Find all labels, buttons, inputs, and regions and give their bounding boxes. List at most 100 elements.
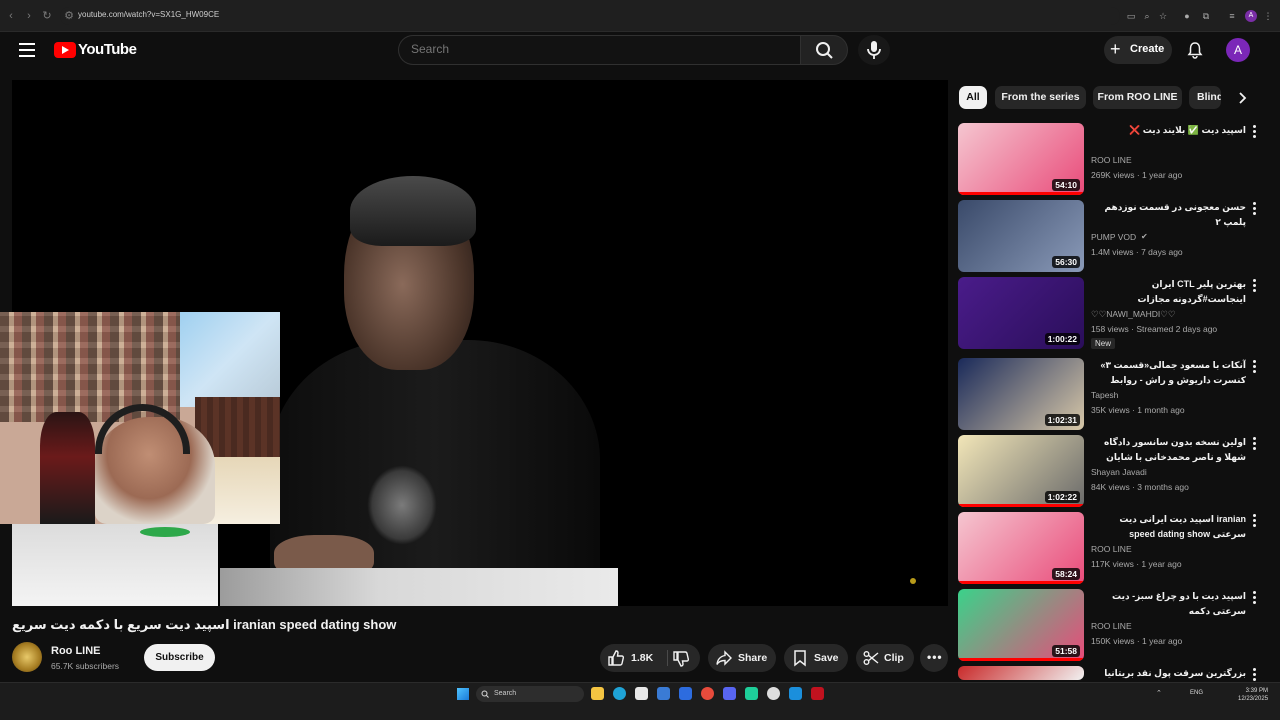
video-channel[interactable]: PUMP VOD xyxy=(1091,232,1136,242)
video-title[interactable]: آنکات با مسعود جمالی«قسمت ۳» کنسرت داریو… xyxy=(1091,358,1246,388)
video-channel[interactable]: ROO LINE xyxy=(1091,544,1132,554)
video-channel[interactable]: ♡♡NAWI_MAHDI♡♡ xyxy=(1091,309,1175,320)
tray-language[interactable]: ENG xyxy=(1190,690,1203,696)
video-thumbnail[interactable] xyxy=(958,666,1084,680)
account-avatar[interactable]: A xyxy=(1226,38,1250,62)
chip-from-roo-line[interactable]: From ROO LINE xyxy=(1093,86,1182,109)
subscribe-button[interactable]: Subscribe xyxy=(144,644,215,671)
video-title[interactable]: اولین نسخه بدون سانسور دادگاه شهلا و ناص… xyxy=(1091,435,1246,465)
video-thumbnail[interactable]: 1:02:31 xyxy=(958,358,1084,430)
video-thumbnail[interactable]: 51:58 xyxy=(958,589,1084,661)
recommended-video[interactable]: بزرگترین سرقت پول نقد بریتانیا چگونه xyxy=(958,666,1268,693)
tray-chevron-icon[interactable]: ⌃ xyxy=(1156,689,1162,697)
video-thumbnail[interactable]: 58:24 xyxy=(958,512,1084,584)
search-input[interactable] xyxy=(411,42,781,56)
chip-blind[interactable]: Blind xyxy=(1189,86,1221,109)
video-thumbnail[interactable]: 1:02:22 xyxy=(958,435,1084,507)
recommended-video[interactable]: 1:00:22 بهترین پلیر CTL ایران اینجاست#گرد… xyxy=(958,277,1268,349)
chip-all[interactable]: All xyxy=(959,86,987,109)
webcam-gaming-chair xyxy=(40,412,95,524)
video-channel[interactable]: ROO LINE xyxy=(1091,155,1132,165)
discord-icon[interactable] xyxy=(723,687,736,700)
more-vertical-icon[interactable] xyxy=(1250,514,1258,530)
notifications-bell-icon[interactable] xyxy=(1186,41,1204,59)
more-vertical-icon[interactable] xyxy=(1250,125,1258,141)
recommended-video[interactable]: 56:30 حسن معجونی در قسمت نوزدهم پلمپ ۲ PUM… xyxy=(958,200,1268,272)
app-icon[interactable] xyxy=(811,687,824,700)
recommended-video[interactable]: 1:02:31 آنکات با مسعود جمالی«قسمت ۳» کنسر… xyxy=(958,358,1268,430)
zoom-icon[interactable]: ⌕ xyxy=(1141,10,1153,22)
video-duration: 56:30 xyxy=(1052,256,1080,268)
like-icon[interactable] xyxy=(607,649,625,667)
back-icon[interactable]: ‹ xyxy=(4,9,18,23)
voice-search-button[interactable] xyxy=(858,35,890,65)
video-title[interactable]: iranian اسپید دیت ایرانی دیت سرعتی speed… xyxy=(1091,512,1246,542)
more-vertical-icon[interactable] xyxy=(1250,360,1258,376)
search-button[interactable] xyxy=(800,35,848,65)
video-title[interactable]: اسپید دیت با دو چراغ سبز- دیت سرعتی دکمه xyxy=(1091,589,1246,619)
taskbar-search[interactable]: Search xyxy=(476,686,584,702)
video-thumbnail[interactable]: 1:00:22 xyxy=(958,277,1084,349)
webcam-wall-poster xyxy=(180,312,280,407)
video-title[interactable]: حسن معجونی در قسمت نوزدهم پلمپ ۲ xyxy=(1091,200,1246,230)
browser-toolbar: ‹ › ↻ ⚙ youtube.com/watch?v=SX1G_HW09CE … xyxy=(0,0,1280,32)
watch-progress-bar xyxy=(958,192,1084,195)
chrome-icon[interactable] xyxy=(701,687,714,700)
share-label: Share xyxy=(738,652,768,664)
browser-profile-avatar[interactable]: A xyxy=(1245,10,1257,22)
tray-clock[interactable]: 3:39 PM 12/23/2025 xyxy=(1238,687,1268,703)
media-player-icon[interactable] xyxy=(767,687,780,700)
video-thumbnail[interactable]: 54:10 xyxy=(958,123,1084,195)
app-icon[interactable] xyxy=(679,687,692,700)
more-actions-button[interactable]: ••• xyxy=(920,644,948,672)
reload-icon[interactable]: ↻ xyxy=(40,9,54,23)
app-icon[interactable] xyxy=(745,687,758,700)
create-button[interactable]: + Create xyxy=(1104,36,1172,64)
more-vertical-icon[interactable] xyxy=(1250,202,1258,218)
forward-icon[interactable]: › xyxy=(22,9,36,23)
windows-start-icon[interactable] xyxy=(457,688,469,700)
video-thumbnail[interactable]: 56:30 xyxy=(958,200,1084,272)
sidebar-icon[interactable]: ≡ xyxy=(1226,10,1238,22)
hamburger-menu-icon[interactable] xyxy=(19,43,35,57)
app-icon[interactable] xyxy=(657,687,670,700)
like-count[interactable]: 1.8K xyxy=(631,652,653,664)
share-button[interactable]: Share xyxy=(708,644,776,672)
video-channel[interactable]: Tapesh xyxy=(1091,390,1118,400)
chip-from-the-series[interactable]: From the series xyxy=(995,86,1086,109)
channel-name[interactable]: Roo LINE xyxy=(51,645,101,657)
extension-icon[interactable]: ● xyxy=(1181,10,1193,22)
more-vertical-icon[interactable] xyxy=(1250,279,1258,295)
site-info-icon[interactable]: ⚙ xyxy=(62,9,76,23)
edge-icon[interactable] xyxy=(613,687,626,700)
recommended-video[interactable]: 54:10 اسپید دیت ✅ بلایند دیت ❌ ROO LINE 269… xyxy=(958,123,1268,195)
recommended-video[interactable]: 1:02:22 اولین نسخه بدون سانسور دادگاه شهل… xyxy=(958,435,1268,507)
share-icon xyxy=(716,650,732,666)
video-title[interactable]: بهترین پلیر CTL ایران اینجاست#گردونه مجا… xyxy=(1091,277,1246,307)
save-button[interactable]: Save xyxy=(784,644,848,672)
chevron-right-icon[interactable] xyxy=(1234,90,1250,106)
video-title: اسپید دیت سریع با دکمه دیت سریع iranian … xyxy=(12,617,397,632)
tray-date: 12/23/2025 xyxy=(1238,696,1269,702)
cast-icon[interactable]: ▭ xyxy=(1125,10,1137,22)
clip-button[interactable]: Clip xyxy=(856,644,914,672)
bookmark-star-icon[interactable]: ☆ xyxy=(1157,10,1169,22)
puzzle-icon[interactable]: ⧉ xyxy=(1200,10,1212,22)
video-meta: 158 views · Streamed 2 days ago xyxy=(1091,324,1218,334)
recommended-video[interactable]: 51:58 اسپید دیت با دو چراغ سبز- دیت سرعتی… xyxy=(958,589,1268,661)
more-vertical-icon[interactable] xyxy=(1250,591,1258,607)
file-explorer-icon[interactable] xyxy=(591,687,604,700)
steam-icon[interactable] xyxy=(789,687,802,700)
search-box[interactable] xyxy=(398,35,800,65)
video-channel[interactable]: ROO LINE xyxy=(1091,621,1132,631)
dislike-icon[interactable] xyxy=(672,650,690,668)
video-title[interactable]: اسپید دیت ✅ بلایند دیت ❌ xyxy=(1091,123,1246,138)
more-vertical-icon[interactable] xyxy=(1250,437,1258,453)
video-channel[interactable]: Shayan Javadi xyxy=(1091,467,1147,477)
store-icon[interactable] xyxy=(635,687,648,700)
search-icon xyxy=(816,42,833,59)
recommended-video[interactable]: 58:24 iranian اسپید دیت ایرانی دیت سرعتی … xyxy=(958,512,1268,584)
channel-avatar[interactable] xyxy=(12,642,42,672)
browser-menu-icon[interactable]: ⋮ xyxy=(1262,10,1274,22)
video-meta: 117K views · 1 year ago xyxy=(1091,559,1182,569)
